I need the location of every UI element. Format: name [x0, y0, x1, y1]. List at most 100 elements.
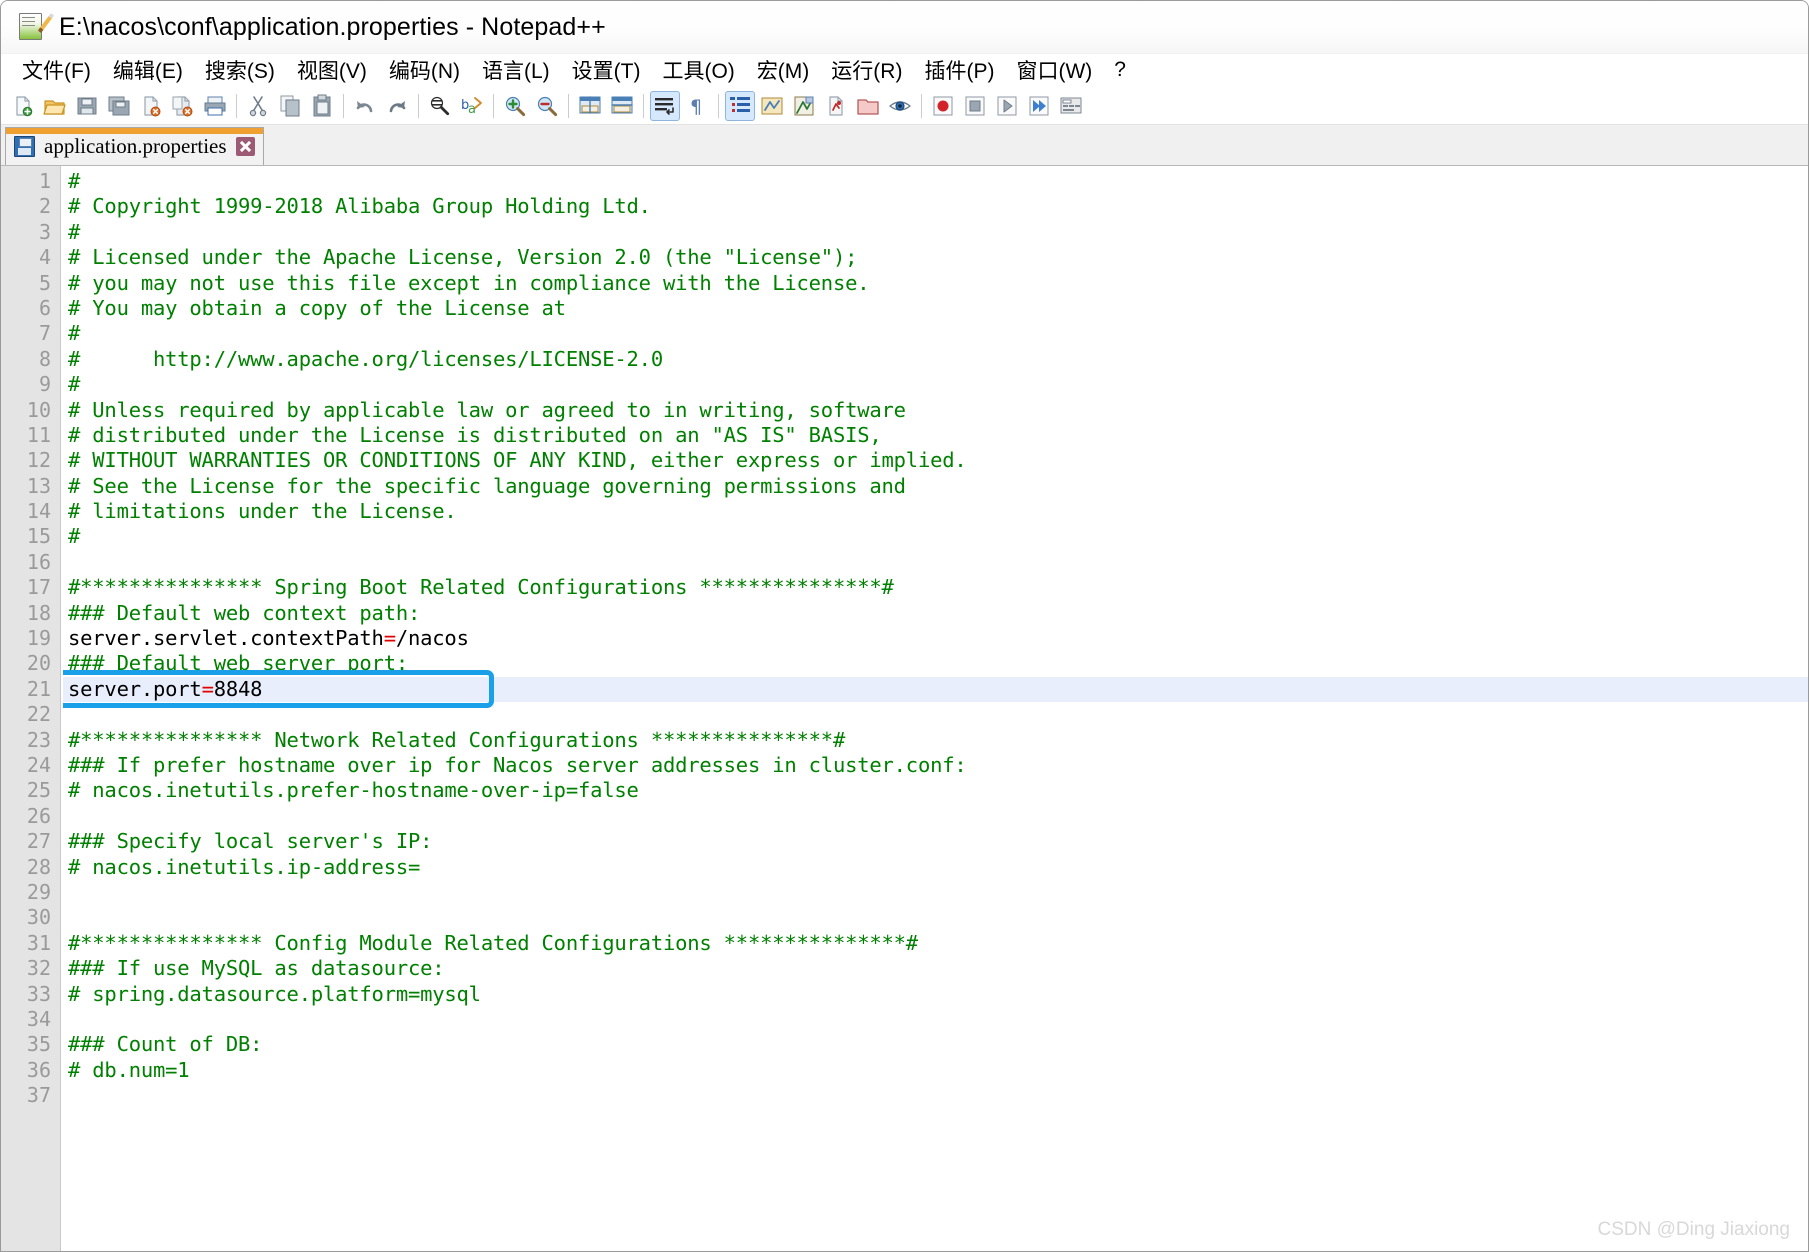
code-line[interactable]: server.port=8848 — [63, 676, 1808, 703]
show-function-list-icon[interactable] — [789, 91, 819, 121]
code-line[interactable]: # limitations under the License. — [63, 499, 1808, 524]
menu-edit[interactable]: 编辑(E) — [102, 53, 194, 88]
code-line[interactable]: # Unless required by applicable law or a… — [63, 398, 1808, 423]
menu-file[interactable]: 文件(F) — [11, 53, 102, 88]
code-line[interactable]: ### If prefer hostname over ip for Nacos… — [63, 753, 1808, 778]
menu-language[interactable]: 语言(L) — [471, 53, 561, 88]
menu-view[interactable]: 视图(V) — [286, 53, 378, 88]
editor-area[interactable]: 1 2 3 4 5 6 7 8 9 10 11 12 13 14 15 16 17 18 19 20 21 22 23 24 2… — [1, 166, 1808, 1251]
show-all-characters-icon[interactable]: ¶ — [682, 91, 712, 121]
menu-encoding[interactable]: 编码(N) — [378, 53, 471, 88]
monitoring-icon[interactable] — [885, 91, 915, 121]
code-line[interactable]: # — [63, 220, 1808, 245]
menu-help[interactable]: ? — [1103, 56, 1137, 85]
code-line[interactable] — [63, 702, 1808, 727]
code-line[interactable]: # — [63, 169, 1808, 194]
watermark: CSDN @Ding Jiaxiong — [1597, 1219, 1790, 1240]
folder-as-workspace-icon[interactable] — [853, 91, 883, 121]
menu-tools[interactable]: 工具(O) — [651, 53, 745, 88]
cut-icon[interactable] — [243, 91, 273, 121]
code-line[interactable]: # — [63, 372, 1808, 397]
code-line[interactable] — [63, 880, 1808, 905]
code-line[interactable]: # Copyright 1999-2018 Alibaba Group Hold… — [63, 194, 1808, 219]
code-line[interactable]: # you may not use this file except in co… — [63, 271, 1808, 296]
code-line[interactable]: # — [63, 321, 1808, 346]
paste-icon[interactable] — [307, 91, 337, 121]
code-token-cmt: # nacos.inetutils.prefer-hostname-over-i… — [68, 778, 639, 803]
save-icon[interactable] — [72, 91, 102, 121]
code-line[interactable] — [63, 550, 1808, 575]
undo-icon[interactable] — [350, 91, 380, 121]
document-map-icon[interactable] — [821, 91, 851, 121]
code-line[interactable]: # See the License for the specific langu… — [63, 474, 1808, 499]
menu-macro[interactable]: 宏(M) — [746, 53, 820, 88]
sync-vertical-scroll-icon[interactable] — [575, 91, 605, 121]
code-token-cmt: ### If use MySQL as datasource: — [68, 956, 445, 981]
code-line[interactable]: # db.num=1 — [63, 1058, 1808, 1083]
find-icon[interactable] — [425, 91, 455, 121]
open-file-icon[interactable] — [40, 91, 70, 121]
line-number: 9 — [38, 372, 51, 397]
word-wrap-icon[interactable] — [650, 90, 680, 121]
save-macro-icon[interactable] — [1056, 91, 1086, 121]
tab-application-properties[interactable]: application.properties — [5, 127, 264, 165]
code-line[interactable]: ### Count of DB: — [63, 1032, 1808, 1057]
code-line[interactable] — [63, 1007, 1808, 1032]
new-file-icon[interactable] — [8, 91, 38, 121]
code-line[interactable]: #*************** Spring Boot Related Con… — [63, 575, 1808, 600]
code-token-cmt: # See the License for the specific langu… — [68, 473, 906, 498]
menu-search[interactable]: 搜索(S) — [194, 53, 286, 88]
close-icon[interactable] — [235, 137, 255, 156]
ui-goto-icon[interactable] — [757, 91, 787, 121]
replace-icon[interactable]: ba — [457, 91, 487, 121]
line-number: 14 — [26, 499, 51, 524]
code-line[interactable]: # nacos.inetutils.ip-address= — [63, 855, 1808, 880]
print-icon[interactable] — [200, 91, 230, 121]
code-line[interactable]: ### Default web server port: — [63, 651, 1808, 676]
record-macro-icon[interactable] — [928, 91, 958, 121]
copy-icon[interactable] — [275, 91, 305, 121]
stop-recording-icon[interactable] — [960, 91, 990, 121]
menu-plugins[interactable]: 插件(P) — [913, 53, 1005, 88]
run-macro-multiple-icon[interactable] — [1024, 91, 1054, 121]
save-all-icon[interactable] — [104, 91, 134, 121]
close-all-icon[interactable] — [168, 91, 198, 121]
code-line[interactable]: ### If use MySQL as datasource: — [63, 956, 1808, 981]
zoom-out-icon[interactable] — [532, 91, 562, 121]
code-token-key: server.servlet.contextPath — [68, 626, 384, 651]
code-line[interactable]: ### Specify local server's IP: — [63, 829, 1808, 854]
code-line[interactable]: # spring.datasource.platform=mysql — [63, 982, 1808, 1007]
code-line[interactable]: server.servlet.contextPath=/nacos — [63, 626, 1808, 651]
code-line[interactable]: # nacos.inetutils.prefer-hostname-over-i… — [63, 778, 1808, 803]
code-line[interactable]: # http://www.apache.org/licenses/LICENSE… — [63, 347, 1808, 372]
menu-bar: 文件(F) 编辑(E) 搜索(S) 视图(V) 编码(N) 语言(L) 设置(T) 工具(O)… — [1, 53, 1808, 87]
code-line[interactable]: ### Default web context path: — [63, 601, 1808, 626]
code-line[interactable] — [63, 1083, 1808, 1108]
play-macro-icon[interactable] — [992, 91, 1022, 121]
code-line[interactable]: #*************** Network Related Configu… — [63, 728, 1808, 753]
code-area[interactable]: # # Copyright 1999-2018 Alibaba Group Hol… — [63, 166, 1808, 1251]
code-line[interactable]: #*************** Config Module Related C… — [63, 931, 1808, 956]
line-number: 8 — [38, 346, 51, 371]
code-line[interactable]: # Licensed under the Apache License, Ver… — [63, 245, 1808, 270]
saved-document-icon — [14, 136, 35, 157]
code-line[interactable]: # — [63, 524, 1808, 549]
indent-guide-icon[interactable] — [725, 90, 755, 121]
close-file-icon[interactable] — [136, 91, 166, 121]
sync-horizontal-scroll-icon[interactable] — [607, 91, 637, 121]
redo-icon[interactable] — [382, 91, 412, 121]
code-line[interactable] — [63, 804, 1808, 829]
zoom-in-icon[interactable] — [500, 91, 530, 121]
line-number: 13 — [26, 473, 51, 498]
menu-window[interactable]: 窗口(W) — [1005, 53, 1103, 88]
code-line[interactable]: # distributed under the License is distr… — [63, 423, 1808, 448]
line-number: 10 — [26, 397, 51, 422]
line-number: 7 — [38, 321, 51, 346]
code-line[interactable] — [63, 905, 1808, 930]
menu-run[interactable]: 运行(R) — [820, 53, 913, 88]
code-token-cmt: # Licensed under the Apache License, Ver… — [68, 245, 858, 270]
code-line[interactable]: # You may obtain a copy of the License a… — [63, 296, 1808, 321]
menu-settings[interactable]: 设置(T) — [561, 53, 652, 88]
line-number: 20 — [26, 651, 51, 676]
code-line[interactable]: # WITHOUT WARRANTIES OR CONDITIONS OF AN… — [63, 448, 1808, 473]
